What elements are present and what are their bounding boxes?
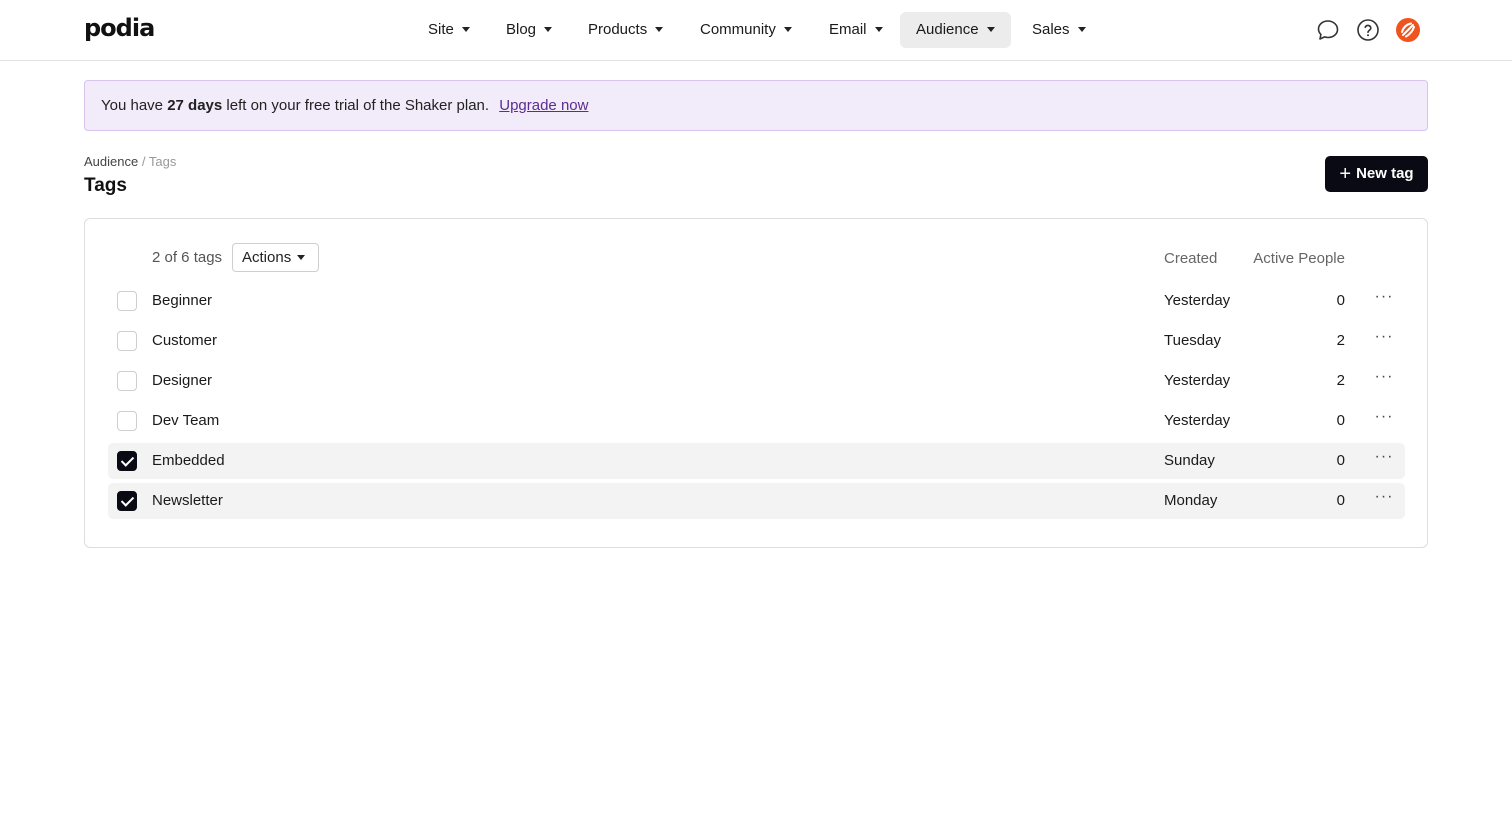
tag-name[interactable]: Dev Team xyxy=(152,412,219,429)
help-icon[interactable] xyxy=(1356,18,1380,42)
tag-created: Monday xyxy=(1164,492,1218,509)
caret-down-icon xyxy=(655,26,664,32)
tag-active-people: 0 xyxy=(1336,292,1345,309)
row-checkbox[interactable] xyxy=(117,291,137,311)
caret-down-icon xyxy=(783,26,792,32)
tag-name[interactable]: Designer xyxy=(152,372,212,389)
breadcrumb-tags: Tags xyxy=(148,154,177,169)
row-checkbox[interactable] xyxy=(117,411,137,431)
nav-item-blog[interactable]: Blog xyxy=(490,12,568,48)
row-checkbox[interactable] xyxy=(117,371,137,391)
nav-item-community[interactable]: Community xyxy=(684,12,808,48)
breadcrumb: Audience / Tags xyxy=(84,154,176,169)
chat-icon[interactable] xyxy=(1316,18,1340,42)
nav-item-audience[interactable]: Audience xyxy=(900,12,1011,48)
breadcrumb-separator: / xyxy=(141,154,146,169)
tag-name[interactable]: Embedded xyxy=(152,452,225,469)
breadcrumb-audience[interactable]: Audience xyxy=(84,154,138,169)
banner-prefix: You have xyxy=(101,97,164,114)
tag-created: Yesterday xyxy=(1164,412,1231,429)
banner-suffix: left on your free trial of the Shaker pl… xyxy=(226,97,490,114)
table-row[interactable]: Newsletter Monday 0 ··· xyxy=(108,483,1405,519)
column-header-active-people[interactable]: Active People xyxy=(1245,250,1345,267)
caret-down-icon xyxy=(1077,26,1086,32)
table-row[interactable]: Embedded Sunday 0 ··· xyxy=(108,443,1405,479)
nav-item-email[interactable]: Email xyxy=(813,12,899,48)
top-navigation-bar: podia Site Blog Products Community Email… xyxy=(0,0,1512,61)
tag-active-people: 0 xyxy=(1336,452,1345,469)
tag-active-people: 2 xyxy=(1336,372,1345,389)
table-row[interactable]: Customer Tuesday 2 ··· xyxy=(108,323,1405,359)
nav-item-products[interactable]: Products xyxy=(572,12,679,48)
row-checkbox[interactable] xyxy=(117,451,137,471)
tag-created: Yesterday xyxy=(1164,292,1231,309)
tag-name[interactable]: Newsletter xyxy=(152,492,223,509)
ellipsis-icon[interactable]: ··· xyxy=(1372,489,1396,513)
tag-created: Tuesday xyxy=(1164,332,1221,349)
ellipsis-icon[interactable]: ··· xyxy=(1372,289,1396,313)
actions-dropdown[interactable]: Actions xyxy=(232,243,319,272)
tag-name[interactable]: Beginner xyxy=(152,292,212,309)
table-row[interactable]: Dev Team Yesterday 0 ··· xyxy=(108,403,1405,439)
actions-label: Actions xyxy=(242,249,292,266)
tag-active-people: 0 xyxy=(1336,492,1345,509)
column-header-created[interactable]: Created xyxy=(1164,250,1217,267)
page-title: Tags xyxy=(84,175,127,196)
caret-down-icon xyxy=(297,254,306,260)
tag-created: Yesterday xyxy=(1164,372,1231,389)
ellipsis-icon[interactable]: ··· xyxy=(1372,329,1396,353)
caret-down-icon xyxy=(874,26,883,32)
tags-panel: 2 of 6 tags Actions Created Active Peopl… xyxy=(84,218,1428,548)
trial-days: 27 days xyxy=(167,97,223,114)
tag-active-people: 0 xyxy=(1336,412,1345,429)
nav-item-site[interactable]: Site xyxy=(412,12,486,48)
row-checkbox[interactable] xyxy=(117,331,137,351)
tag-active-people: 2 xyxy=(1336,332,1345,349)
tag-name[interactable]: Customer xyxy=(152,332,217,349)
avatar[interactable] xyxy=(1396,18,1420,42)
table-row[interactable]: Designer Yesterday 2 ··· xyxy=(108,363,1405,399)
selection-count: 2 of 6 tags xyxy=(152,249,223,266)
nav-item-sales[interactable]: Sales xyxy=(1016,12,1102,48)
ellipsis-icon[interactable]: ··· xyxy=(1372,409,1396,433)
upgrade-now-link[interactable]: Upgrade now xyxy=(499,97,588,114)
table-row[interactable]: Beginner Yesterday 0 ··· xyxy=(108,283,1405,319)
ellipsis-icon[interactable]: ··· xyxy=(1372,369,1396,393)
caret-down-icon xyxy=(544,26,553,32)
row-checkbox[interactable] xyxy=(117,491,137,511)
new-tag-button[interactable]: + New tag xyxy=(1325,156,1428,192)
main-nav: Site Blog Products Community Email Audie… xyxy=(0,12,1512,48)
tag-created: Sunday xyxy=(1164,452,1215,469)
caret-down-icon xyxy=(461,26,470,32)
ellipsis-icon[interactable]: ··· xyxy=(1372,449,1396,473)
plus-icon: + xyxy=(1339,163,1352,185)
new-tag-label: New tag xyxy=(1356,165,1414,182)
caret-down-icon xyxy=(986,26,995,32)
trial-banner: You have 27 days left on your free trial… xyxy=(84,80,1428,131)
